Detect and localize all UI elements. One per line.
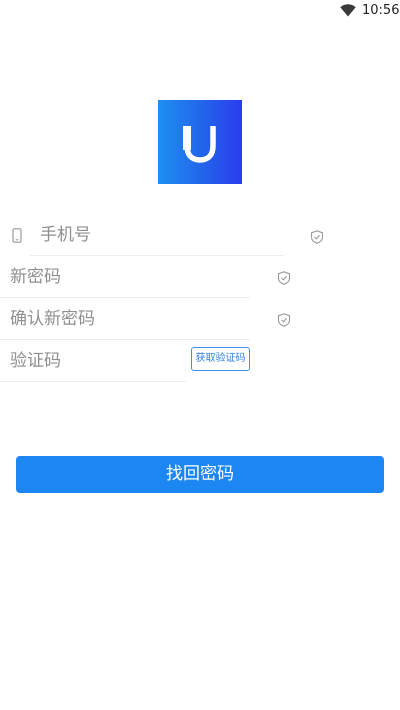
confirm-password-field-row	[0, 298, 250, 340]
u-logo-icon	[183, 126, 216, 163]
wifi-icon	[340, 4, 356, 17]
verification-code-field-row	[0, 340, 230, 382]
shield-check-icon	[277, 313, 291, 327]
new-password-field-row	[0, 256, 250, 298]
shield-check-icon	[310, 230, 324, 244]
confirm-password-input[interactable]	[10, 306, 230, 332]
verification-code-underline	[0, 381, 186, 382]
status-time: 10:56	[362, 3, 400, 18]
new-password-input[interactable]	[10, 264, 230, 290]
phone-field-row	[30, 214, 284, 256]
status-bar: 10:56	[0, 0, 400, 24]
find-password-button[interactable]: 找回密码	[16, 456, 384, 493]
find-password-screen: 10:56 手机号 验证码 获取验证码 找回密码	[0, 0, 400, 710]
phone-icon	[12, 228, 22, 243]
get-code-button[interactable]: 获取验证码	[191, 347, 250, 371]
app-logo	[158, 100, 242, 184]
phone-input[interactable]	[40, 222, 260, 248]
shield-check-icon	[277, 271, 291, 285]
